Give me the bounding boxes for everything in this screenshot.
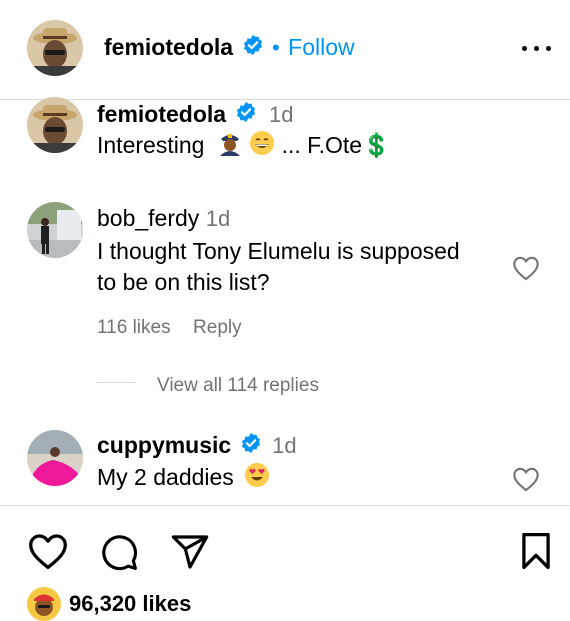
caption-time[interactable]: 1d xyxy=(269,102,293,127)
verified-badge-icon xyxy=(240,432,262,459)
comment-time[interactable]: 1d xyxy=(272,433,296,458)
more-options-icon[interactable] xyxy=(522,46,552,52)
reply-button[interactable]: Reply xyxy=(193,317,242,338)
actions-divider xyxy=(0,505,570,506)
verified-badge-icon xyxy=(235,101,257,128)
comment-header-bob-ferdy: bob_ferdy 1d xyxy=(97,205,230,232)
header-username[interactable]: femiotedola xyxy=(104,34,233,60)
post-header: femiotedola • Follow xyxy=(0,0,570,100)
heart-icon[interactable] xyxy=(27,532,69,575)
comment-like-heart-icon[interactable] xyxy=(512,255,540,286)
caption-header: femiotedola 1d xyxy=(97,101,293,128)
comment-likes[interactable]: 116 likes xyxy=(97,317,171,338)
dollar-sign-emoji-icon: 💲 xyxy=(362,132,391,159)
comment-avatar-cuppymusic[interactable] xyxy=(27,430,83,486)
comment-text-line-1: I thought Tony Elumelu is supposed xyxy=(97,238,460,264)
bookmark-icon[interactable] xyxy=(518,532,554,575)
comment-header-cuppymusic: cuppymusic 1d xyxy=(97,432,297,459)
grinning-emoji-icon xyxy=(249,130,275,164)
replies-divider xyxy=(97,382,135,383)
comment-icon[interactable] xyxy=(99,532,139,577)
view-replies-button[interactable]: View all 114 replies xyxy=(157,375,319,397)
comment-username[interactable]: cuppymusic xyxy=(97,432,231,458)
likes-count[interactable]: 96,320 likes xyxy=(69,591,191,617)
verified-badge-icon xyxy=(242,34,264,61)
comment-text-line-2: to be on this list? xyxy=(97,269,270,295)
heart-eyes-emoji-icon xyxy=(244,462,270,496)
caption-text-line: Interesting ... F.Ote💲 xyxy=(97,130,391,164)
comment-time[interactable]: 1d xyxy=(206,206,230,231)
comment-like-heart-icon[interactable] xyxy=(512,466,540,497)
liker-avatar[interactable] xyxy=(27,587,61,621)
share-icon[interactable] xyxy=(170,532,210,577)
header-separator: • xyxy=(271,34,280,60)
caption-username[interactable]: femiotedola xyxy=(97,101,226,127)
header-user-line: femiotedola • Follow xyxy=(104,34,355,66)
comment-text-line: My 2 daddies xyxy=(97,462,270,496)
caption-text: Interesting xyxy=(97,132,205,159)
caption-avatar[interactable] xyxy=(27,97,83,153)
comment-text: My 2 daddies xyxy=(97,464,234,491)
police-officer-emoji-icon xyxy=(217,130,243,164)
comment-text: I thought Tony Elumelu is supposed to be… xyxy=(97,236,460,298)
caption-text-tail: ... F.Ote xyxy=(281,132,363,159)
follow-button[interactable]: Follow xyxy=(288,34,354,60)
comment-meta: 116 likes Reply xyxy=(97,317,242,339)
header-avatar[interactable] xyxy=(27,20,83,76)
comment-avatar-bob-ferdy[interactable] xyxy=(27,202,83,258)
comment-username[interactable]: bob_ferdy xyxy=(97,205,199,231)
